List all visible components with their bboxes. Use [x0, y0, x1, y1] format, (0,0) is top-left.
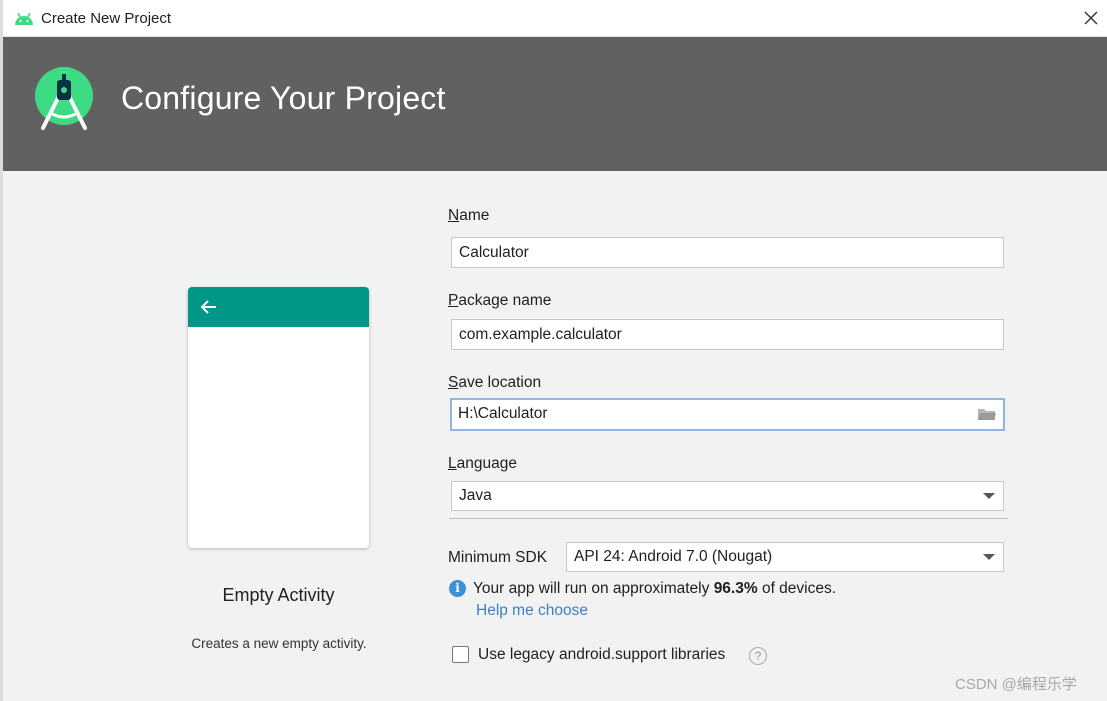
- language-select[interactable]: Java: [451, 481, 1004, 511]
- chevron-down-icon: [983, 493, 995, 499]
- save-location-field[interactable]: H:\Calculator: [450, 398, 1005, 431]
- title-bar: Create New Project: [3, 0, 1107, 37]
- activity-preview: [188, 287, 369, 548]
- minimum-sdk-label: Minimum SDK: [448, 549, 548, 566]
- close-icon[interactable]: [1081, 8, 1101, 28]
- minimum-sdk-value: API 24: Android 7.0 (Nougat): [574, 548, 773, 565]
- name-label: Name: [448, 207, 490, 224]
- window-title: Create New Project: [41, 10, 172, 27]
- page-title: Configure Your Project: [121, 80, 446, 116]
- separator: [449, 518, 1008, 519]
- package-name-label: Package name: [448, 292, 552, 309]
- create-project-window: Create New Project Configure Your Projec…: [0, 0, 1107, 701]
- name-field[interactable]: Calculator: [451, 237, 1004, 268]
- template-name: Empty Activity: [222, 585, 335, 605]
- legacy-support-checkbox[interactable]: [452, 646, 469, 663]
- save-location-value: H:\Calculator: [458, 405, 548, 422]
- arrow-back-icon: [200, 300, 216, 314]
- language-label: Language: [448, 455, 517, 472]
- preview-app-bar: [188, 287, 369, 327]
- package-name-field[interactable]: com.example.calculator: [451, 319, 1004, 350]
- device-coverage-text: Your app will run on approximately 96.3%…: [473, 580, 837, 597]
- legacy-support-label[interactable]: Use legacy android.support libraries: [478, 646, 725, 664]
- info-icon: i: [449, 580, 466, 597]
- android-icon: [15, 12, 33, 25]
- question-icon[interactable]: ?: [749, 647, 767, 665]
- help-me-choose-link[interactable]: Help me choose: [476, 602, 588, 620]
- android-studio-logo: [35, 67, 93, 130]
- coverage-percent: 96.3%: [713, 580, 758, 597]
- template-description: Creates a new empty activity.: [191, 636, 367, 651]
- watermark: CSDN @编程乐学: [955, 676, 1077, 693]
- header-banner: Configure Your Project: [3, 37, 1107, 171]
- chevron-down-icon: [983, 554, 995, 560]
- language-value: Java: [459, 487, 492, 504]
- folder-icon[interactable]: [977, 406, 997, 422]
- save-location-label: Save location: [448, 374, 542, 391]
- minimum-sdk-select[interactable]: API 24: Android 7.0 (Nougat): [566, 542, 1004, 572]
